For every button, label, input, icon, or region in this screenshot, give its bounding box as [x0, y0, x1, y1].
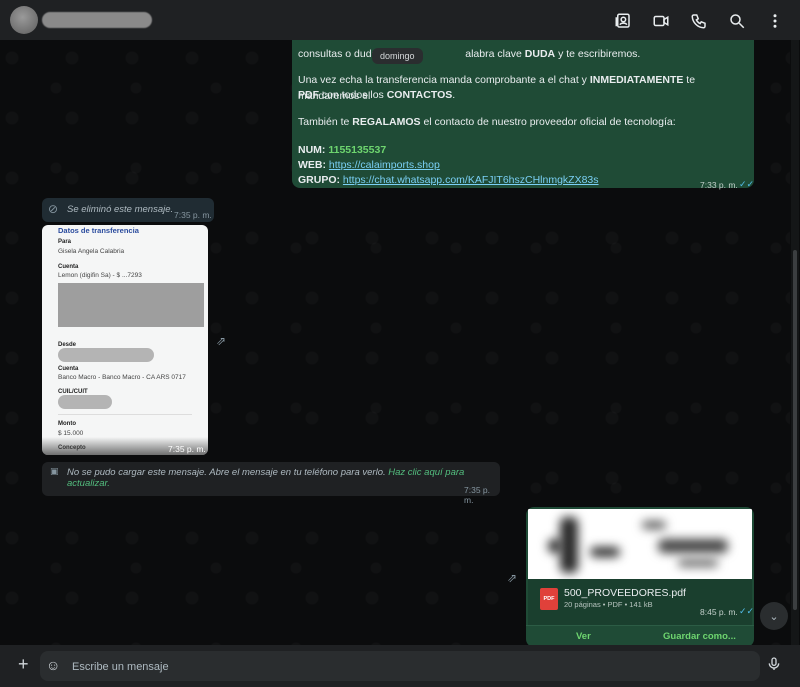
document-time: 8:45 p. m. [700, 607, 738, 617]
blocked-icon: ⊘ [48, 202, 59, 216]
monto-value: $ 15.000 [58, 430, 84, 437]
preview-blur [658, 539, 728, 553]
menu-icon[interactable] [764, 10, 786, 32]
search-icon[interactable] [726, 10, 748, 32]
attach-plus-icon[interactable]: + [18, 654, 29, 675]
preview-blur [590, 547, 620, 557]
web-line: WEB: https://calaimports.shop [298, 159, 440, 171]
preview-blur [548, 539, 562, 553]
cutoff-line [298, 38, 748, 46]
document-message[interactable]: PDF 500_PROVEEDORES.pdf 20 páginas • PDF… [526, 507, 754, 647]
message-line-3: PDF con todos los CONTACTOS. [298, 89, 456, 101]
pdf-icon: PDF [540, 588, 558, 610]
transfer-title: Datos de transferencia [58, 226, 139, 235]
message-line-4: También te REGALAMOS el contacto de nues… [298, 116, 676, 128]
warning-icon: ▣ [50, 466, 59, 476]
view-button[interactable]: Ver [576, 631, 591, 642]
scrollbar-thumb[interactable] [793, 250, 797, 610]
file-name: 500_PROVEEDORES.pdf [564, 587, 686, 599]
cuenta2-label: Cuenta [58, 366, 79, 372]
voice-call-icon[interactable] [688, 10, 710, 32]
document-preview[interactable] [528, 509, 752, 579]
divider [58, 414, 192, 415]
redacted-cuil [58, 395, 112, 409]
contacts-icon[interactable] [612, 10, 634, 32]
scroll-down-button[interactable]: ⌄ [760, 602, 788, 630]
preview-blur [678, 559, 718, 567]
num-line: NUM: 1155135537 [298, 144, 387, 156]
preview-blur [560, 517, 578, 573]
deleted-text: Se eliminó este mensaje. [67, 204, 174, 215]
contact-avatar[interactable] [10, 6, 38, 34]
deleted-time: 7:35 p. m. [174, 210, 212, 220]
cuenta-value: Lemon (digifin Sa) - $ ...7293 [58, 272, 142, 279]
read-ticks-icon: ✓✓ [739, 179, 755, 189]
cuenta-label: Cuenta [58, 264, 79, 270]
monto-label: Monto [58, 421, 76, 427]
failed-text: No se pudo cargar este mensaje. Abre el … [67, 467, 465, 489]
document-actions: Ver Guardar como... [526, 625, 754, 647]
microphone-icon[interactable] [766, 655, 782, 678]
phone-number-link[interactable]: 1155135537 [328, 144, 386, 156]
para-value: Gisela Angela Calabria [58, 248, 125, 255]
deleted-message[interactable]: ⊘ Se eliminó este mensaje. 7:35 p. m. [42, 198, 214, 222]
redacted-sender [58, 348, 154, 362]
message-line-1: consultas o duda alabra clave DUDA y te … [298, 48, 641, 60]
forward-icon[interactable]: ⇗ [507, 571, 517, 585]
message-time: 7:33 p. m. [700, 180, 738, 190]
file-meta: 20 páginas • PDF • 141 kB [564, 600, 653, 609]
web-link[interactable]: https://calaimports.shop [329, 159, 440, 171]
redacted-block [58, 283, 204, 327]
composer-bar: + ☺ [0, 645, 800, 687]
image-time: 7:35 p. m. [168, 444, 206, 454]
grupo-line: GRUPO: https://chat.whatsapp.com/KAFJIT6… [298, 174, 599, 186]
save-as-button[interactable]: Guardar como... [663, 631, 736, 642]
cuenta2-value: Banco Macro - Banco Macro - CA ARS 0717 [58, 374, 186, 381]
group-link[interactable]: https://chat.whatsapp.com/KAFJIT6hszCHln… [343, 174, 599, 186]
document-file-row[interactable]: PDF 500_PROVEEDORES.pdf 20 páginas • PDF… [528, 579, 754, 625]
failed-time: 7:35 p. m. [464, 485, 490, 505]
para-label: Para [58, 239, 72, 245]
preview-blur [642, 521, 666, 529]
date-pill: domingo [372, 48, 423, 64]
video-call-icon[interactable] [650, 10, 672, 32]
concepto-label: Concepto [58, 445, 86, 451]
read-ticks-icon: ✓✓ [739, 606, 754, 616]
emoji-sticker-icon[interactable]: ☺ [46, 657, 60, 673]
failed-message[interactable]: ▣ No se pudo cargar este mensaje. Abre e… [42, 462, 500, 505]
message-composer: ☺ [40, 651, 760, 683]
outgoing-message[interactable]: consultas o duda alabra clave DUDA y te … [292, 38, 754, 190]
message-input[interactable] [70, 651, 754, 683]
chevron-down-icon: ⌄ [769, 610, 779, 623]
transfer-image-message[interactable]: Datos de transferencia Para Gisela Angel… [42, 225, 208, 455]
forward-icon[interactable]: ⇗ [216, 334, 226, 348]
contact-name-redacted[interactable] [42, 12, 152, 28]
chat-header [0, 0, 800, 40]
